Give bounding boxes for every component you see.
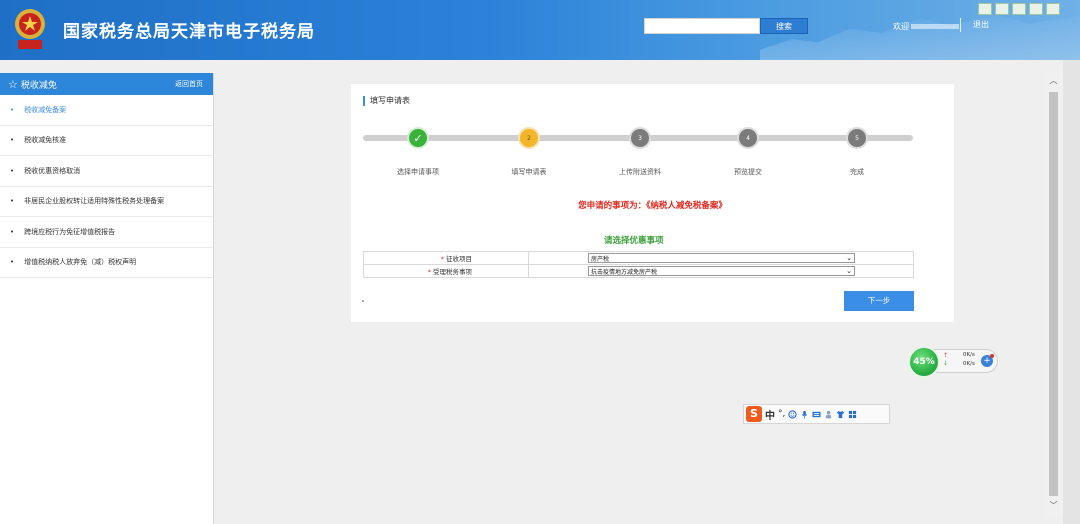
- header-divider: [960, 18, 961, 32]
- chinese-mode-toggle[interactable]: 中: [765, 407, 775, 422]
- field-label-cell: * 受理税务事项: [363, 264, 529, 278]
- welcome-text: 欢迎: [893, 21, 959, 32]
- notification-dot: [990, 354, 994, 358]
- scroll-down-icon[interactable]: ﹀: [1047, 501, 1060, 511]
- bullet-icon: •: [10, 197, 15, 206]
- star-icon: ☆: [8, 77, 18, 91]
- field-label: 受理税务事项: [433, 268, 472, 276]
- skin-shirt-icon[interactable]: [836, 410, 845, 419]
- field-label: 征收项目: [446, 255, 472, 263]
- step-2-label: 填写申请表: [511, 168, 547, 176]
- fullscreen-icon[interactable]: [995, 3, 1009, 15]
- microphone-icon[interactable]: [800, 410, 809, 419]
- tax-matter-select[interactable]: 抗击疫情地方减免房产税 ⌄: [588, 266, 855, 276]
- great-wall-decoration: [760, 13, 1080, 60]
- sidebar-title: 税收减免: [20, 80, 57, 91]
- sidebar-item-label: 增值税纳税人放弃免（减）税权声明: [24, 258, 137, 267]
- chevron-down-icon: ⌄: [846, 253, 852, 262]
- section-heading: 请选择优惠事项: [604, 236, 664, 246]
- scroll-thumb[interactable]: [1049, 92, 1058, 496]
- memory-usage-ball[interactable]: 45%: [908, 346, 940, 378]
- step-4-indicator: 4: [737, 127, 759, 149]
- sidebar-item-crossborder-vat[interactable]: • 跨境应税行为免征增值税报告: [0, 217, 213, 248]
- plus-glyph: +: [983, 356, 991, 366]
- network-speed-widget[interactable]: 45% ↑ ↓ 0K/s 0K/s +: [908, 346, 998, 378]
- bullet-icon: •: [10, 136, 15, 145]
- bullet-icon: •: [10, 166, 15, 175]
- selected-item-notice: 您申请的事项为：《纳税人减免税备案》: [578, 201, 727, 211]
- step-3-label: 上传附送资料: [619, 168, 661, 176]
- search-input[interactable]: [644, 18, 760, 34]
- welcome-label: 欢迎: [893, 22, 909, 31]
- top-header: 国家税务总局天津市电子税务局 搜索 欢迎 退出: [0, 0, 1080, 60]
- sidebar: ☆ 税收减免 返回首页 • 税收减免备案 • 税收减免核准 • 税收优惠资格取消 • 非…: [0, 73, 214, 524]
- field-value-cell: 抗击疫情地方减免房产税 ⌄: [528, 264, 914, 278]
- upload-arrow-icon: ↑: [943, 352, 949, 359]
- add-icon[interactable]: +: [981, 354, 994, 367]
- ime-toolbar[interactable]: S 中 °,: [743, 404, 890, 424]
- search-button[interactable]: 搜索: [760, 18, 808, 34]
- sidebar-item-preference-cancel[interactable]: • 税收优惠资格取消: [0, 156, 213, 187]
- settings-icon[interactable]: [1046, 3, 1060, 15]
- field-value-cell: 房产税 ⌄: [528, 251, 914, 265]
- sogou-logo-icon[interactable]: S: [746, 406, 762, 422]
- field-label-cell: * 征收项目: [363, 251, 529, 265]
- step-5-label: 完成: [850, 168, 864, 176]
- select-value: 房产税: [591, 255, 610, 263]
- card-title: 填写申请表: [363, 96, 410, 106]
- keyboard-icon[interactable]: [812, 410, 821, 419]
- user-icon[interactable]: [824, 410, 833, 419]
- toolbox-grid-icon[interactable]: [848, 410, 857, 419]
- required-mark: *: [440, 255, 444, 263]
- logout-link[interactable]: 退出: [973, 19, 989, 30]
- sidebar-item-label: 非居民企业股权转让适用特殊性税务处理备案: [24, 197, 165, 206]
- small-dot: [362, 300, 364, 302]
- table-row: * 征收项目 房产税 ⌄: [363, 251, 914, 265]
- bullet-icon: •: [10, 105, 15, 114]
- sidebar-item-label: 跨境应税行为免征增值税报告: [24, 227, 116, 236]
- emoji-icon[interactable]: [788, 409, 798, 419]
- right-gutter: [1063, 60, 1080, 524]
- tool-icon-1[interactable]: [978, 3, 992, 15]
- step-5-indicator: 5: [846, 127, 868, 149]
- table-row: * 受理税务事项 抗击疫情地方减免房产税 ⌄: [363, 264, 914, 278]
- sidebar-item-label: 税收优惠资格取消: [24, 166, 81, 175]
- site-title: 国家税务总局天津市电子税务局: [63, 22, 315, 42]
- download-speed: 0K/s: [963, 361, 975, 367]
- collection-item-select[interactable]: 房产税 ⌄: [588, 253, 855, 263]
- punctuation-toggle[interactable]: °,: [778, 409, 785, 419]
- sidebar-item-vat-waiver[interactable]: • 增值税纳税人放弃免（减）税权声明: [0, 248, 213, 278]
- bullet-icon: •: [10, 227, 15, 236]
- sidebar-item-exemption-approval[interactable]: • 税收减免核准: [0, 126, 213, 156]
- select-value: 抗击疫情地方减免房产税: [591, 268, 658, 276]
- step-4-label: 预览提交: [734, 168, 762, 176]
- scroll-up-icon[interactable]: ︿: [1047, 76, 1060, 86]
- application-card: 填写申请表 ✓ 2 3 4 5 选择申请事项 填写申请表 上传附送资料 预览提交…: [351, 84, 954, 322]
- step-1-indicator: ✓: [407, 127, 429, 149]
- user-name-masked: [911, 24, 959, 29]
- tax-emblem-logo: [15, 9, 45, 49]
- bullet-icon: •: [10, 258, 15, 267]
- sidebar-item-label: 税收减免核准: [24, 136, 67, 145]
- back-home-link[interactable]: 返回首页: [175, 79, 203, 89]
- upload-speed: 0K/s: [963, 352, 975, 358]
- sidebar-item-nonresident-equity[interactable]: • 非居民企业股权转让适用特殊性税务处理备案: [0, 187, 213, 217]
- chevron-down-icon: ⌄: [846, 266, 852, 275]
- step-1-label: 选择申请事项: [397, 168, 439, 176]
- tool-icon-3[interactable]: [1012, 3, 1026, 15]
- step-2-indicator: 2: [518, 127, 540, 149]
- required-mark: *: [427, 268, 431, 276]
- sidebar-header: ☆ 税收减免 返回首页: [0, 73, 213, 95]
- preference-form-table: * 征收项目 房产税 ⌄ * 受理税务事项 抗击疫情地方减免房产税 ⌄: [363, 251, 914, 278]
- window-tools: [978, 3, 1060, 15]
- step-3-indicator: 3: [629, 127, 651, 149]
- main-scrollbar[interactable]: ︿ ﹀: [1044, 73, 1063, 517]
- sidebar-item-exemption-filing[interactable]: • 税收减免备案: [0, 95, 213, 126]
- next-step-button[interactable]: 下一步: [844, 291, 914, 311]
- export-icon[interactable]: [1029, 3, 1043, 15]
- sidebar-item-label: 税收减免备案: [24, 105, 67, 114]
- download-arrow-icon: ↓: [943, 360, 949, 367]
